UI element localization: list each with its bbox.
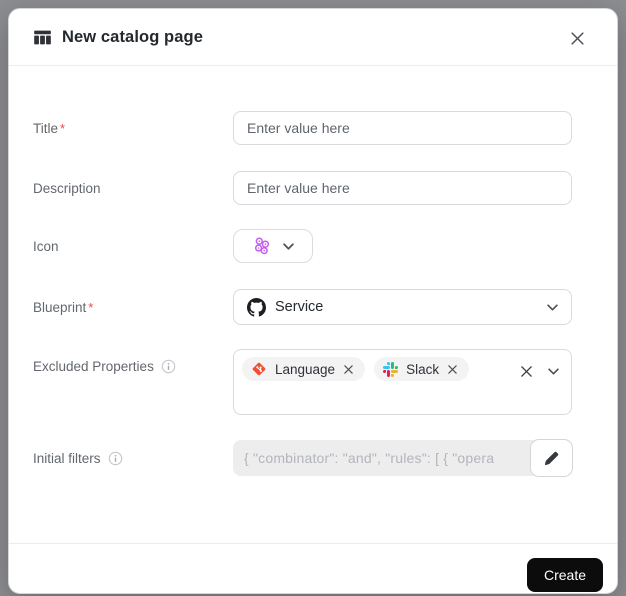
blueprint-label: Blueprint * [33, 299, 94, 315]
modal-title: New catalog page [62, 27, 203, 46]
remove-chip-icon[interactable] [447, 364, 458, 375]
github-icon [247, 297, 266, 317]
initial-filters-label: Initial filters [33, 440, 233, 476]
blueprint-value: Service [275, 299, 324, 315]
title-input[interactable] [233, 111, 572, 145]
title-label: Title * [33, 120, 66, 136]
info-icon[interactable] [108, 451, 123, 466]
field-row-excluded-properties: Excluded Properties Language Slack [33, 349, 572, 415]
clear-all-button[interactable] [520, 365, 533, 378]
chip-language[interactable]: Language [242, 357, 366, 381]
git-icon [252, 362, 266, 376]
clear-icon [521, 365, 532, 377]
description-input[interactable] [233, 171, 572, 205]
pencil-icon [544, 451, 559, 465]
field-row-description: Description [33, 171, 572, 205]
new-catalog-page-modal: New catalog page Title* Description Icon [8, 8, 618, 594]
icon-dropdown[interactable] [233, 229, 313, 263]
chip-label: Slack [406, 361, 440, 377]
chevron-down-icon [547, 303, 558, 311]
description-label: Description [33, 180, 101, 196]
chevron-down-icon [548, 367, 559, 375]
chip-label: Language [275, 361, 336, 377]
microservice-cluster-icon [254, 237, 270, 255]
field-row-initial-filters: Initial filters { "combinator": "and", "… [33, 439, 573, 477]
excluded-properties-label: Excluded Properties [33, 349, 233, 383]
required-asterisk: * [88, 299, 94, 315]
required-asterisk: * [60, 120, 66, 136]
chip-slack[interactable]: Slack [374, 357, 470, 381]
field-row-icon: Icon [33, 229, 572, 263]
remove-chip-icon[interactable] [343, 364, 354, 375]
close-button[interactable] [564, 25, 590, 51]
field-row-blueprint: Blueprint * Service [33, 289, 572, 325]
info-icon[interactable] [161, 359, 176, 374]
field-row-title: Title * [33, 111, 572, 145]
slack-icon [383, 361, 399, 377]
excluded-properties-multiselect[interactable]: Language Slack [233, 349, 572, 415]
modal-header: New catalog page [9, 9, 617, 66]
modal-footer: Create [9, 543, 617, 593]
initial-filters-value: { "combinator": "and", "rules": [ { "ope… [233, 440, 572, 476]
close-icon [570, 31, 584, 45]
multiselect-chevron-button[interactable] [548, 367, 559, 375]
blueprint-select[interactable]: Service [233, 289, 572, 325]
edit-filters-button[interactable] [530, 439, 573, 477]
table-icon [33, 28, 52, 47]
create-button[interactable]: Create [526, 558, 603, 592]
chevron-down-icon [283, 242, 294, 250]
icon-label: Icon [33, 238, 59, 254]
